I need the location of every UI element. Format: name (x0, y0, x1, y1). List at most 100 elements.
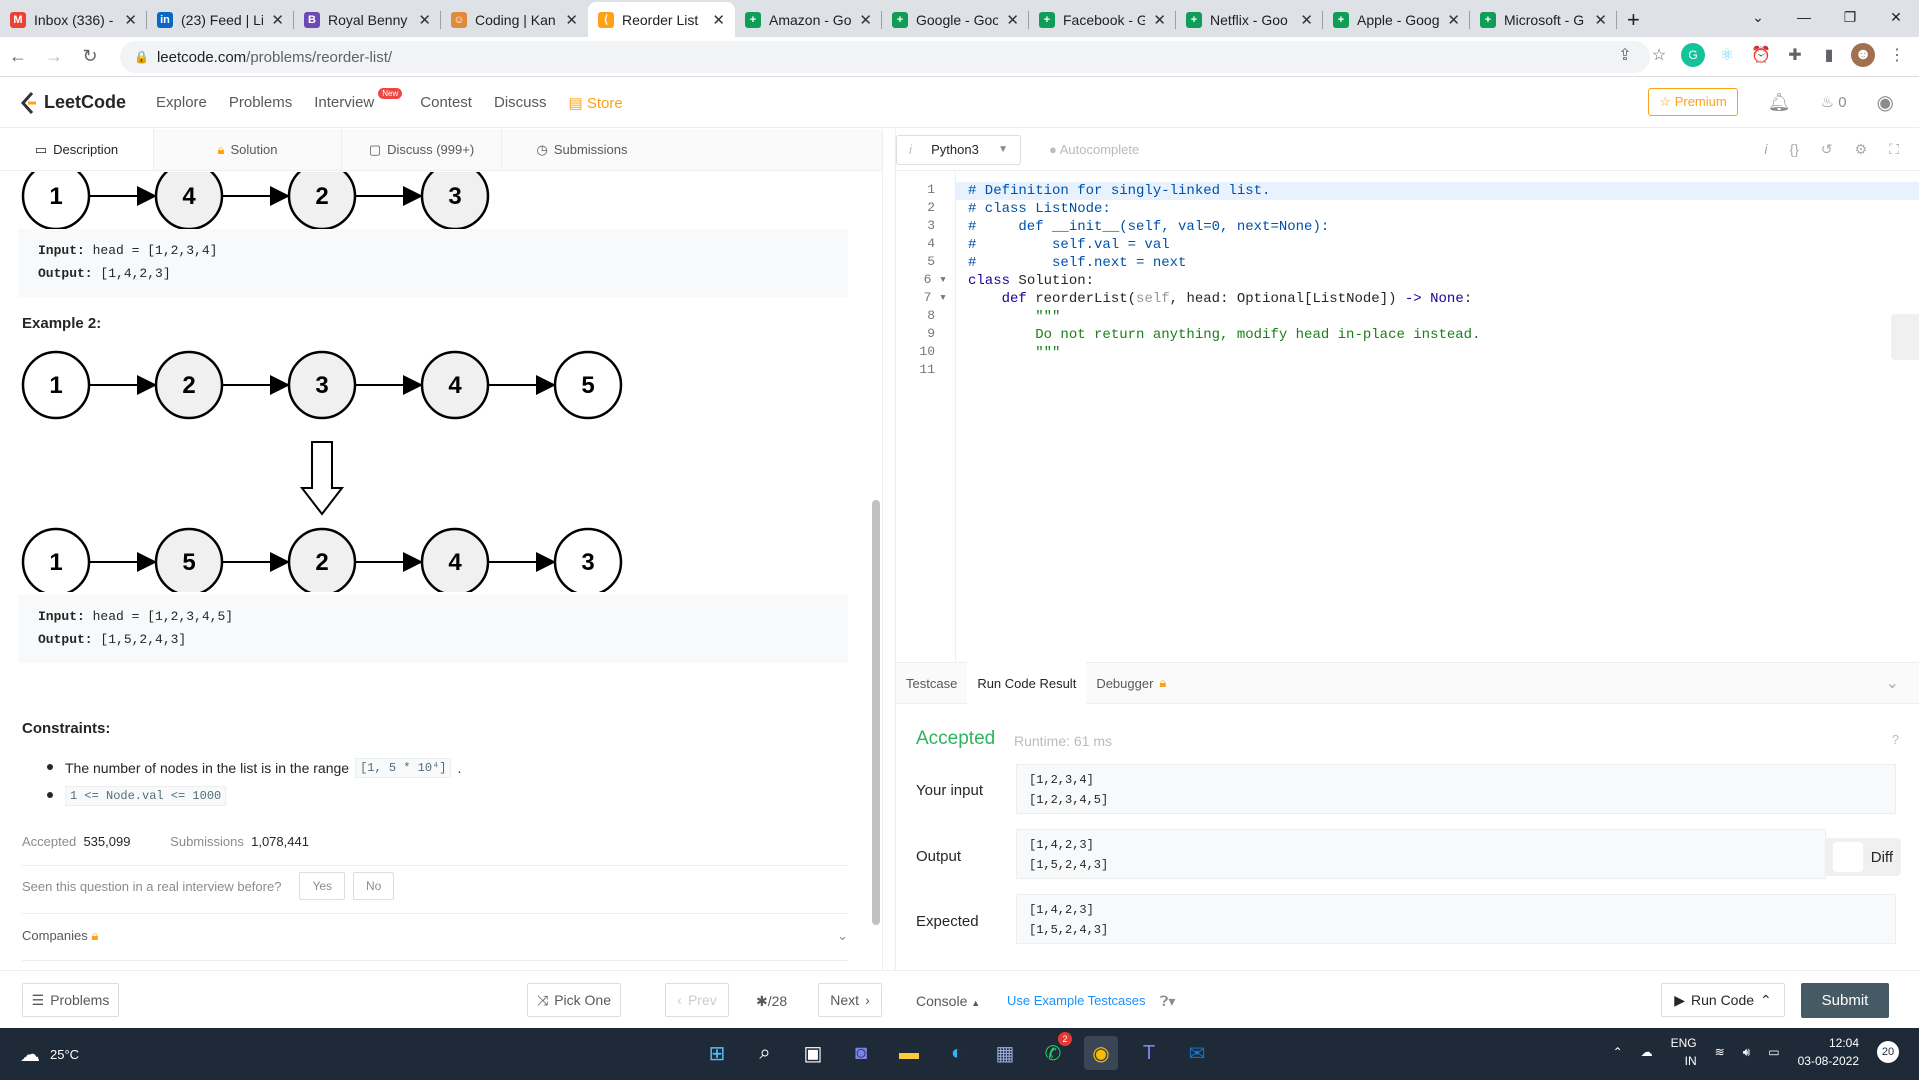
browser-tab[interactable]: ☺ Coding | Kan ✕ (441, 2, 588, 37)
browser-tab[interactable]: + Apple - Goog ✕ (1323, 2, 1470, 37)
leetcode-logo[interactable]: LeetCode (20, 91, 126, 114)
nav-interview[interactable]: InterviewNew (314, 87, 403, 112)
yes-button[interactable]: Yes (299, 872, 346, 900)
whatsapp-icon[interactable]: ✆ 2 (1036, 1032, 1072, 1070)
volume-icon[interactable]: 🔊︎ (1743, 1045, 1751, 1060)
browser-tab[interactable]: + Netflix - Goo ✕ (1176, 2, 1323, 37)
tab-description[interactable]: ▭ Description (0, 129, 154, 170)
browser-tab[interactable]: ⟨ Reorder List ✕ (588, 2, 735, 37)
share-icon[interactable]: ⇪ (1613, 43, 1637, 67)
tab-solution[interactable]: 🔒︎ Solution (154, 129, 342, 170)
notification-count[interactable]: 20 (1877, 1041, 1899, 1063)
close-tab-icon[interactable]: ✕ (1153, 11, 1166, 29)
chrome-menu-icon[interactable]: ⋮ (1885, 43, 1909, 67)
use-example-testcases[interactable]: Use Example Testcases (1007, 993, 1146, 1008)
react-devtools-icon[interactable]: ⚛ (1715, 43, 1739, 67)
settings-icon[interactable]: ⚙ (1855, 141, 1868, 158)
grammarly-icon[interactable]: G (1681, 43, 1705, 67)
tab-submissions[interactable]: ◷ Submissions (502, 129, 662, 170)
close-tab-icon[interactable]: ✕ (1594, 11, 1607, 29)
tray-chevron-icon[interactable]: ⌃ (1613, 1045, 1623, 1059)
close-tab-icon[interactable]: ✕ (124, 11, 137, 29)
premium-button[interactable]: ☆ Premium (1648, 88, 1738, 116)
tab-search-icon[interactable]: ⌄ (1735, 0, 1781, 34)
browser-tab[interactable]: + Microsoft - G ✕ (1470, 2, 1617, 37)
close-tab-icon[interactable]: ✕ (418, 11, 431, 29)
diff-switch[interactable] (1832, 842, 1863, 872)
description-scrollbar[interactable] (872, 500, 880, 925)
braces-icon[interactable]: {} (1790, 141, 1799, 158)
tab-discuss[interactable]: ▢ Discuss (999+) (342, 129, 502, 170)
photos-icon[interactable]: ▦ (988, 1036, 1022, 1070)
pane-splitter[interactable] (882, 129, 896, 970)
chrome-icon[interactable]: ◉ (1084, 1036, 1118, 1070)
battery-icon[interactable]: ▭ (1768, 1045, 1779, 1059)
help-dropdown-icon[interactable]: ❓︎▾ (1160, 993, 1175, 1010)
fullscreen-icon[interactable]: ⛶ (1889, 141, 1899, 158)
browser-tab[interactable]: + Google - Goo ✕ (882, 2, 1029, 37)
edge-icon[interactable]: ◐ (940, 1036, 974, 1070)
language-select[interactable]: i Python3 ▼ (896, 134, 1021, 165)
nav-store[interactable]: ▤ Store (569, 94, 623, 112)
clock[interactable]: 12:04 03-08-2022 (1798, 1034, 1859, 1070)
alarm-icon[interactable]: ⏰ (1749, 43, 1773, 67)
browser-tab[interactable]: M Inbox (336) - ✕ (0, 2, 147, 37)
prev-button[interactable]: ‹ Prev (665, 983, 729, 1017)
info-icon[interactable]: i (1764, 141, 1767, 158)
close-window-button[interactable]: ✕ (1873, 0, 1919, 34)
url-field[interactable]: 🔒 leetcode.com/problems/reorder-list/ (120, 41, 1650, 73)
close-tab-icon[interactable]: ✕ (271, 11, 284, 29)
browser-tab[interactable]: + Facebook - G ✕ (1029, 2, 1176, 37)
browser-tab[interactable]: in (23) Feed | Li ✕ (147, 2, 294, 37)
pick-one-button[interactable]: ⤨ Pick One (527, 983, 621, 1017)
autocomplete-toggle[interactable]: ● Autocomplete (1049, 142, 1139, 157)
forward-icon[interactable]: → (36, 46, 72, 67)
code-editor[interactable]: 1 2 3 4 5 6 ▾ 7 ▾ 8 9 10 11 # Definition for singl… (896, 172, 1919, 662)
reload-icon[interactable]: ↻ (72, 46, 108, 67)
task-view-icon[interactable]: ▣ (796, 1036, 830, 1070)
onedrive-icon[interactable]: ☁ (1641, 1045, 1653, 1059)
user-avatar-icon[interactable]: ◉ (1877, 90, 1894, 115)
windows-start-icon[interactable]: ⊞ (700, 1036, 734, 1070)
tab-run-result[interactable]: Run Code Result (967, 662, 1087, 704)
teams-icon[interactable]: T (1132, 1036, 1166, 1070)
nav-explore[interactable]: Explore (156, 94, 207, 112)
new-tab-button[interactable]: + (1617, 2, 1657, 37)
wifi-icon[interactable]: ≋ (1715, 1045, 1725, 1059)
problems-list-button[interactable]: ☰ Problems (22, 983, 119, 1017)
console-button[interactable]: Console ▲ (916, 993, 980, 1009)
browser-tab[interactable]: + Amazon - Go ✕ (735, 2, 882, 37)
streak-counter[interactable]: ♨ 0 (1821, 93, 1847, 111)
teams-chat-icon[interactable]: ◙ (844, 1036, 878, 1070)
file-explorer-icon[interactable]: ▬ (892, 1036, 926, 1070)
weather-widget[interactable]: ☁ 25°C (20, 1042, 79, 1067)
help-icon[interactable]: ? (1892, 732, 1899, 747)
tab-testcase[interactable]: Testcase (896, 662, 967, 704)
next-button[interactable]: Next › (818, 983, 882, 1017)
outlook-icon[interactable]: ✉ (1180, 1036, 1214, 1070)
tab-debugger[interactable]: Debugger 🔒︎ (1086, 662, 1176, 704)
close-tab-icon[interactable]: ✕ (1006, 11, 1019, 29)
close-tab-icon[interactable]: ✕ (1300, 11, 1313, 29)
bookmark-star-icon[interactable]: ☆ (1647, 43, 1671, 67)
search-icon[interactable]: ⌕ (748, 1036, 782, 1070)
restore-button[interactable]: ❐ (1827, 0, 1873, 34)
notification-bell-icon[interactable]: 🔔︎ (1768, 92, 1791, 113)
minimize-button[interactable]: — (1781, 0, 1827, 34)
close-tab-icon[interactable]: ✕ (565, 11, 578, 29)
companies-row[interactable]: Companies 🔒︎ ⌄ (22, 928, 848, 944)
back-icon[interactable]: ← (0, 46, 36, 67)
extensions-puzzle-icon[interactable]: ✚ (1783, 43, 1807, 67)
browser-tab[interactable]: B Royal Benny ✕ (294, 2, 441, 37)
side-panel-handle[interactable] (1891, 314, 1919, 360)
close-tab-icon[interactable]: ✕ (1447, 11, 1460, 29)
profile-avatar[interactable]: ☻ (1851, 43, 1875, 67)
no-button[interactable]: No (353, 872, 395, 900)
language-indicator[interactable]: ENG IN (1671, 1034, 1697, 1070)
reset-icon[interactable]: ↺ (1821, 141, 1833, 158)
nav-contest[interactable]: Contest (420, 94, 472, 112)
run-code-button[interactable]: ▶ Run Code ⌃ (1661, 983, 1785, 1017)
close-tab-icon[interactable]: ✕ (859, 11, 872, 29)
nav-problems[interactable]: Problems (229, 94, 292, 112)
submit-button[interactable]: Submit (1801, 983, 1889, 1018)
